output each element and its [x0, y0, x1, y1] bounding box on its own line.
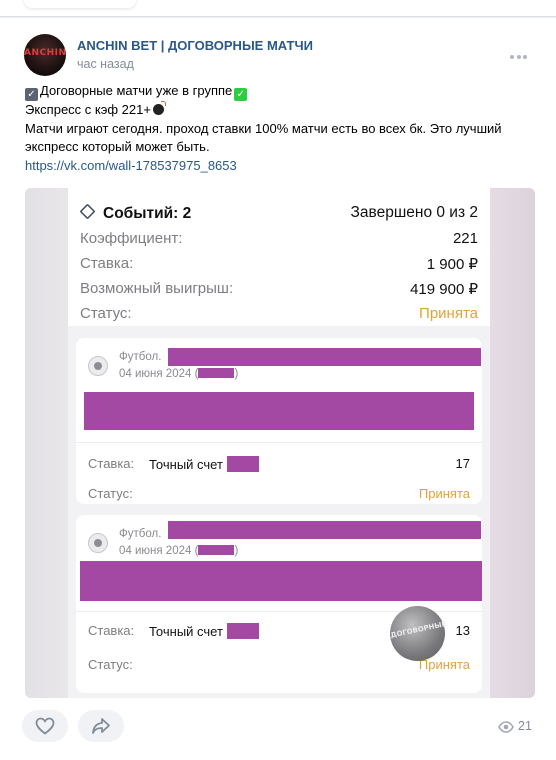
bet-label: Ставка:	[88, 456, 135, 471]
post-time[interactable]: час назад	[77, 57, 134, 71]
football-icon	[88, 533, 108, 553]
post-text-line-1: Договорные матчи уже в группе	[40, 83, 233, 98]
views-counter: 21	[498, 719, 532, 733]
event-date: 04 июня 2024 ()	[119, 368, 239, 380]
bet-odds: 17	[455, 456, 470, 471]
redaction-block	[80, 561, 482, 601]
watermark-logo: ДОГОВОРНЫЕ	[389, 606, 448, 661]
previous-post-card	[0, 0, 556, 17]
possible-win-row: Возможный выигрыш: 419 900 ₽	[80, 280, 478, 298]
bet-odds: 13	[455, 623, 470, 638]
redaction-block	[84, 392, 474, 430]
wall-post: ANCHIN ANCHIN BET | ДОГОВОРНЫЕ МАТЧИ час…	[0, 18, 556, 760]
event-card: Футбол. 04 июня 2024 () Ставка: Точный с…	[76, 515, 482, 693]
post-text-line-2: Экспресс с кэф 221+	[25, 102, 151, 117]
event-sport: Футбол.	[119, 528, 162, 540]
coefficient-label: Коэффициент:	[80, 230, 183, 247]
views-icon	[498, 721, 514, 733]
group-avatar[interactable]: ANCHIN	[24, 34, 66, 76]
completed-count: Завершено 0 из 2	[350, 204, 478, 221]
like-button[interactable]	[22, 710, 68, 742]
like-icon	[35, 717, 55, 735]
post-text-line-3: Матчи играют сегодня. проход ставки 100%…	[25, 120, 502, 155]
redaction-bar	[168, 521, 481, 539]
check-mark-emoji-icon: ✓	[234, 88, 248, 101]
possible-win-value: 419 900 ₽	[410, 281, 478, 298]
share-button[interactable]	[78, 710, 124, 742]
coefficient-row: Коэффициент: 221	[80, 230, 478, 247]
avatar-logo-text: ANCHIN	[24, 48, 66, 58]
event-sport: Футбол.	[119, 351, 162, 363]
events-stack-icon	[79, 203, 96, 220]
post-text: ✓ Договорные матчи уже в группе ✓ Экспресс…	[25, 82, 535, 175]
football-icon	[88, 356, 108, 376]
bet-coupon-screenshot: Событий: 2 Завершено 0 из 2 Коэффициент:…	[68, 188, 490, 698]
coupon-status-label: Статус:	[80, 305, 132, 322]
coupon-status-row: Статус: Принята	[80, 305, 478, 322]
bet-type: Точный счет	[149, 456, 259, 472]
views-count: 21	[518, 719, 532, 733]
more-icon[interactable]	[510, 46, 534, 59]
bet-label: Ставка:	[88, 623, 135, 638]
group-name-link[interactable]: ANCHIN BET | ДОГОВОРНЫЕ МАТЧИ	[77, 38, 313, 53]
post-link[interactable]: https://vk.com/wall-178537975_8653	[25, 158, 237, 173]
events-count: Событий: 2	[103, 205, 192, 222]
bet-status-label: Статус:	[88, 657, 133, 672]
stake-row: Ставка: 1 900 ₽	[80, 255, 478, 273]
redaction-bar	[168, 348, 481, 366]
stake-label: Ставка:	[80, 255, 134, 272]
coupon-summary: Событий: 2 Завершено 0 из 2 Коэффициент:…	[68, 188, 490, 326]
coupon-header: Событий: 2 Завершено 0 из 2	[79, 203, 478, 223]
bet-status-label: Статус:	[88, 486, 133, 501]
possible-win-label: Возможный выигрыш:	[80, 280, 234, 297]
checkbox-emoji-icon: ✓	[25, 88, 38, 101]
event-date: 04 июня 2024 ()	[119, 545, 239, 557]
coupon-status-value: Принята	[419, 305, 478, 322]
stake-value: 1 900 ₽	[426, 256, 478, 273]
previous-post-chip	[24, 0, 136, 8]
bet-status-value: Принята	[418, 486, 470, 501]
bomb-emoji-icon	[152, 101, 166, 115]
divider	[76, 442, 482, 443]
watermark-text: ДОГОВОРНЫЕ	[389, 619, 448, 640]
bet-type: Точный счет	[149, 623, 259, 639]
coefficient-value: 221	[452, 230, 478, 247]
event-card: Футбол. 04 июня 2024 () Ставка: Точный с…	[76, 338, 482, 504]
attached-image[interactable]: Событий: 2 Завершено 0 из 2 Коэффициент:…	[25, 188, 535, 698]
share-icon	[92, 718, 110, 734]
